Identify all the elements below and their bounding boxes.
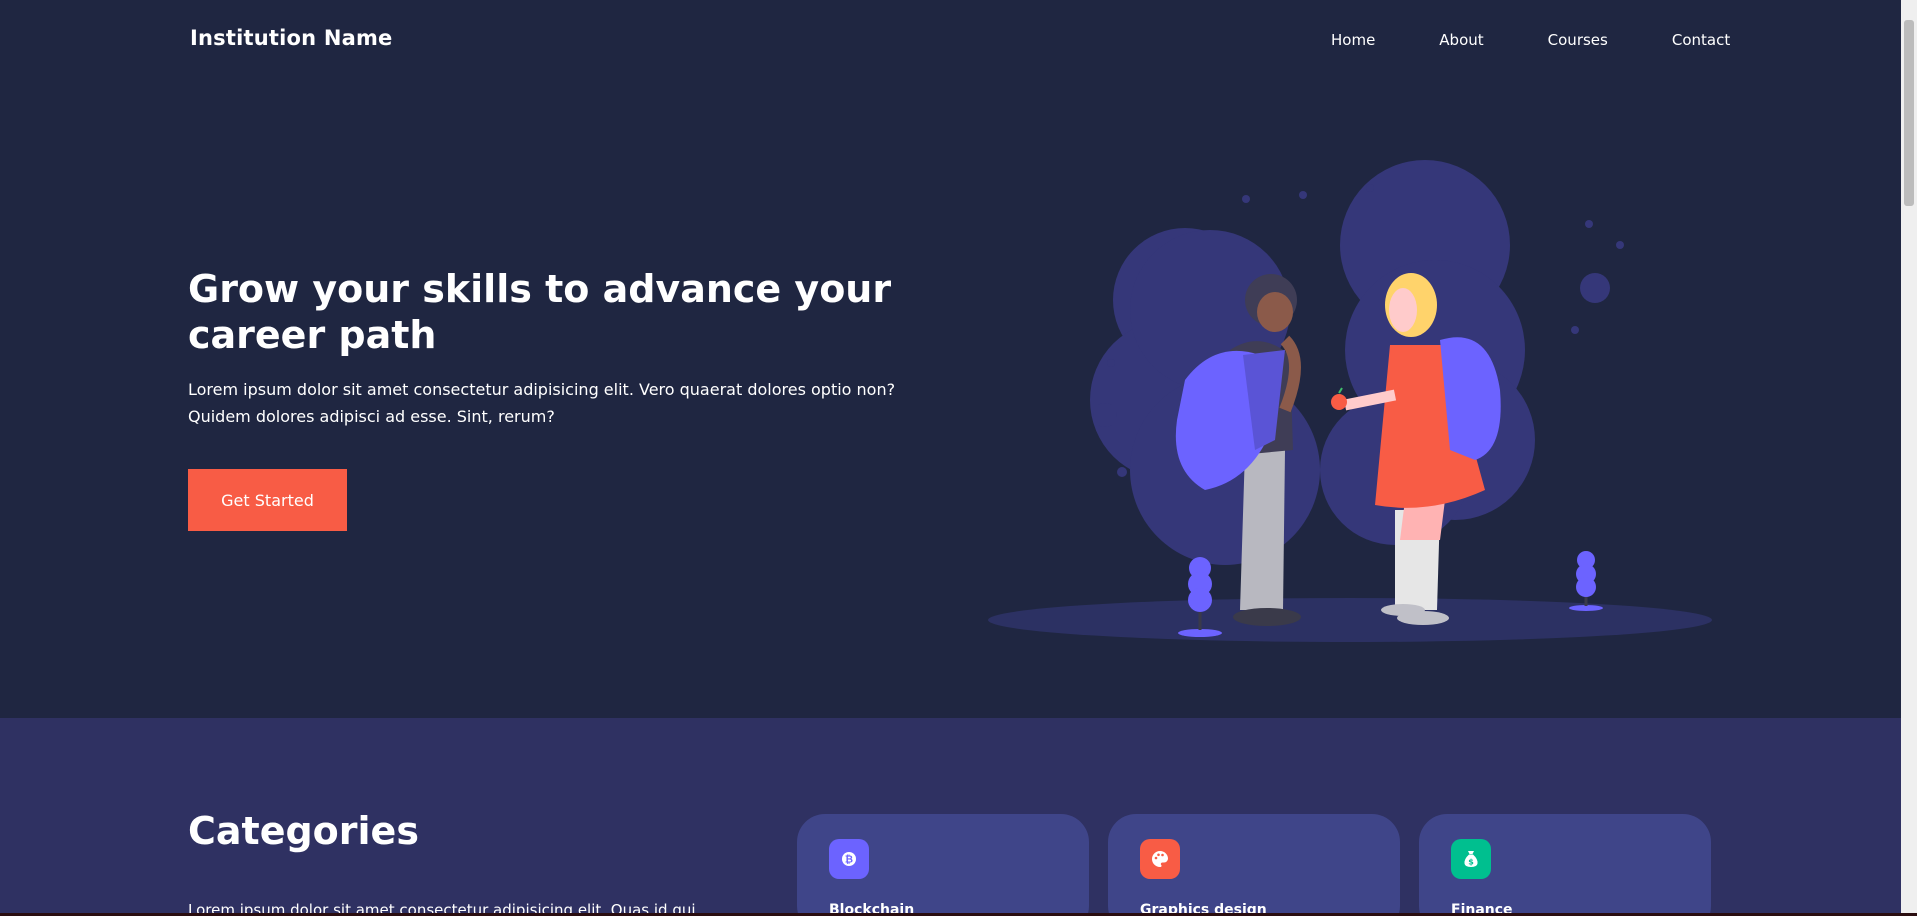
nav-courses-link[interactable]: Courses bbox=[1548, 31, 1608, 49]
svg-text:₿: ₿ bbox=[845, 854, 853, 866]
scrollbar-thumb[interactable] bbox=[1904, 20, 1914, 206]
category-name: Blockchain bbox=[829, 902, 915, 913]
main-nav: Home About Courses Contact bbox=[1331, 31, 1730, 49]
page: Institution Name Home About Courses Cont… bbox=[0, 0, 1901, 913]
nav-contact-link[interactable]: Contact bbox=[1672, 31, 1730, 49]
svg-text:$: $ bbox=[1468, 858, 1474, 867]
palette-icon bbox=[1140, 839, 1180, 879]
categories-section: Categories Lorem ipsum dolor sit amet co… bbox=[0, 718, 1901, 913]
hero-text: Lorem ipsum dolor sit amet consectetur a… bbox=[188, 380, 896, 426]
site-header: Institution Name Home About Courses Cont… bbox=[0, 0, 1901, 82]
category-card-finance[interactable]: $ Finance bbox=[1419, 814, 1711, 913]
hero-title: Grow your skills to advance your career … bbox=[188, 267, 892, 357]
categories-title: Categories bbox=[188, 809, 419, 853]
bitcoin-icon: ₿ bbox=[829, 839, 869, 879]
hero-section: Institution Name Home About Courses Cont… bbox=[0, 0, 1901, 718]
money-bag-icon: $ bbox=[1451, 839, 1491, 879]
brand-logo[interactable]: Institution Name bbox=[190, 26, 393, 50]
categories-description: Lorem ipsum dolor sit amet consectetur a… bbox=[188, 901, 696, 913]
category-name: Graphics design bbox=[1140, 902, 1267, 913]
students-illustration bbox=[988, 160, 1712, 642]
category-card-blockchain[interactable]: ₿ Blockchain bbox=[797, 814, 1089, 913]
get-started-button[interactable]: Get Started bbox=[188, 469, 347, 531]
nav-about-link[interactable]: About bbox=[1439, 31, 1483, 49]
nav-home-link[interactable]: Home bbox=[1331, 31, 1375, 49]
category-card-graphics-design[interactable]: Graphics design bbox=[1108, 814, 1400, 913]
category-name: Finance bbox=[1451, 902, 1513, 913]
